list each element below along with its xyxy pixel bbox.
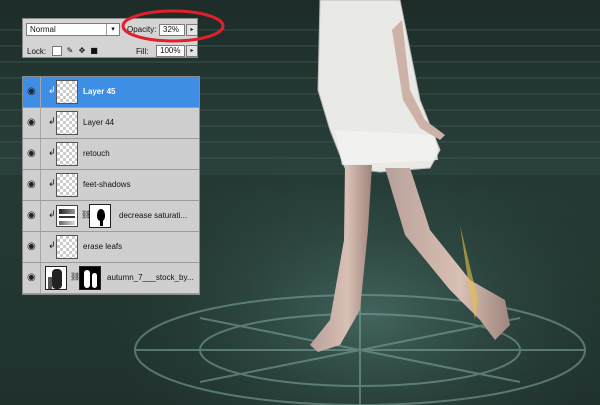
layer-row[interactable]: ◉ ↲ feet-shadows: [23, 170, 199, 201]
layer-thumbnail: [56, 142, 78, 166]
layer-name[interactable]: retouch: [83, 149, 110, 158]
clip-arrow-icon: ↲: [48, 117, 56, 127]
layer-name[interactable]: Layer 45: [83, 87, 115, 96]
clip-arrow-icon: ↲: [48, 86, 56, 96]
fill-field[interactable]: 100%: [156, 45, 185, 57]
layer-thumbnail: [56, 173, 78, 197]
eye-icon[interactable]: ◉: [27, 118, 37, 128]
image-thumbnail: [45, 266, 67, 290]
eye-icon[interactable]: ◉: [27, 149, 37, 159]
clip-arrow-icon: ↲: [48, 148, 56, 158]
fill-label: Fill:: [136, 47, 149, 56]
layer-name[interactable]: feet-shadows: [83, 180, 131, 189]
lock-label: Lock:: [27, 47, 47, 56]
layer-thumbnail: [56, 80, 78, 104]
mask-thumbnail: [79, 266, 101, 290]
eye-icon[interactable]: ◉: [27, 273, 37, 283]
layer-thumbnail: [56, 111, 78, 135]
adjustment-thumbnail: [56, 205, 78, 227]
layers-panel: ◉ ↲ Layer 45 ◉ ↲ Layer 44 ◉ ↲ retouch ◉ …: [22, 76, 200, 295]
layer-row[interactable]: ◉ ↲ retouch: [23, 139, 199, 170]
lock-transparent-icon[interactable]: [52, 46, 62, 56]
clip-arrow-icon: ↲: [48, 210, 56, 220]
lock-brush-icon[interactable]: ✎: [65, 46, 75, 56]
layer-row[interactable]: ◉ ↲ Layer 45: [23, 77, 199, 108]
clip-arrow-icon: ↲: [48, 241, 56, 251]
eye-icon[interactable]: ◉: [27, 211, 37, 221]
fill-slider-arrow-icon[interactable]: ▸: [186, 45, 198, 57]
layer-thumbnail: [56, 235, 78, 259]
layer-row[interactable]: ◉ ↲ erase leafs: [23, 232, 199, 263]
layer-name[interactable]: autumn_7___stock_by...: [107, 273, 194, 282]
layer-name[interactable]: Layer 44: [83, 118, 114, 127]
eye-icon[interactable]: ◉: [27, 180, 37, 190]
layer-name[interactable]: decrease saturati...: [119, 211, 187, 220]
lock-move-icon[interactable]: ✥: [77, 46, 87, 56]
lock-all-icon[interactable]: ■: [89, 46, 99, 56]
clip-arrow-icon: ↲: [48, 179, 56, 189]
blend-mode-value: Normal: [30, 25, 56, 34]
eye-icon[interactable]: ◉: [27, 242, 37, 252]
layer-row[interactable]: ◉ ↲ Layer 44: [23, 108, 199, 139]
layer-row[interactable]: ◉ ↲ ⛓ decrease saturati...: [23, 201, 199, 232]
dropdown-arrow-icon: ▾: [106, 24, 119, 35]
mask-thumbnail: [89, 204, 111, 228]
blend-mode-dropdown[interactable]: Normal ▾: [26, 23, 120, 36]
floor-circle: [134, 294, 586, 405]
annotation-ring: [121, 9, 225, 43]
layer-name[interactable]: erase leafs: [83, 242, 122, 251]
eye-icon[interactable]: ◉: [27, 87, 37, 97]
layer-row[interactable]: ◉ ⛓ autumn_7___stock_by...: [23, 263, 199, 294]
